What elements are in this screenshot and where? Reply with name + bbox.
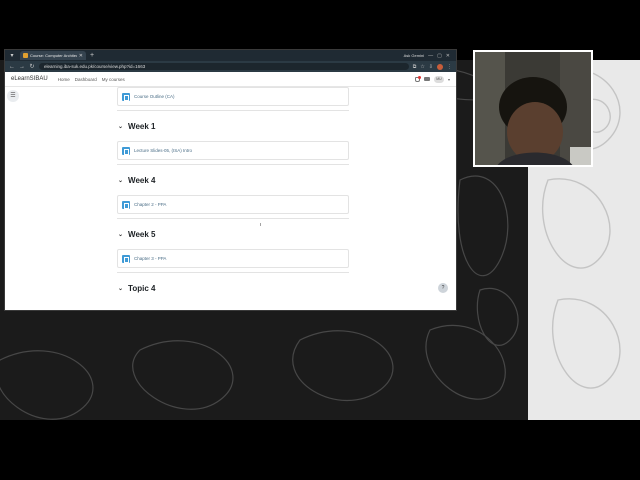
- section-week-4[interactable]: ⌄ Week 4: [117, 170, 349, 190]
- course-index-icon[interactable]: ☰: [7, 90, 19, 102]
- nav-dashboard[interactable]: Dashboard: [75, 77, 97, 82]
- chevron-down-icon[interactable]: ⌄: [118, 123, 123, 130]
- section-title[interactable]: Topic 4: [128, 284, 155, 293]
- nav-home[interactable]: Home: [58, 77, 70, 82]
- activity-name[interactable]: Lecture Slides-05, (ISA) Intro: [134, 148, 192, 153]
- nav-my-courses[interactable]: My courses: [102, 77, 125, 82]
- section-divider: [117, 272, 349, 273]
- section-divider: [117, 218, 349, 219]
- tab-title: Course: Computer Architecture: [30, 53, 77, 58]
- new-tab-icon[interactable]: +: [90, 52, 94, 59]
- maximize-icon[interactable]: ▢: [437, 53, 442, 59]
- activity-name[interactable]: Chapter 3 - PPA: [134, 256, 166, 261]
- section-title[interactable]: Week 4: [128, 176, 155, 185]
- notification-badge: [417, 75, 421, 79]
- section-title[interactable]: Week 1: [128, 122, 155, 131]
- extensions-icon[interactable]: ⧉: [413, 64, 417, 70]
- course-page: ☰ Course Outline (CA) ⌄ Week 1 Lecture S…: [5, 87, 456, 310]
- pdf-file-icon: [122, 146, 130, 155]
- pdf-file-icon: [122, 200, 130, 209]
- section-divider: [117, 110, 349, 111]
- tab-search-icon[interactable]: ▾: [8, 52, 16, 60]
- window-close-icon[interactable]: ✕: [446, 53, 450, 59]
- back-icon[interactable]: ←: [9, 64, 15, 70]
- site-brand[interactable]: eLearnSIBAU: [11, 76, 48, 82]
- activity-name[interactable]: Course Outline (CA): [134, 94, 175, 99]
- tab-strip: ▾ Course: Computer Architecture ✕ + Ask …: [5, 50, 456, 61]
- section-divider: [117, 164, 349, 165]
- minimize-icon[interactable]: —: [428, 53, 433, 59]
- tab-course[interactable]: Course: Computer Architecture ✕: [20, 51, 86, 60]
- activity-item[interactable]: Lecture Slides-05, (ISA) Intro: [117, 141, 349, 160]
- download-icon[interactable]: ⇩: [429, 64, 433, 70]
- favicon-icon: [23, 53, 28, 58]
- user-avatar[interactable]: MU: [433, 75, 444, 83]
- ask-gemini-button[interactable]: Ask Gemini: [404, 53, 424, 58]
- reload-icon[interactable]: ↻: [29, 63, 35, 70]
- help-button[interactable]: ?: [438, 283, 448, 293]
- chevron-down-icon[interactable]: ▾: [448, 77, 450, 82]
- course-content: Course Outline (CA) ⌄ Week 1 Lecture Sli…: [117, 87, 349, 298]
- section-week-5[interactable]: ⌄ Week 5: [117, 224, 349, 244]
- site-navbar: eLearnSIBAU Home Dashboard My courses MU…: [5, 72, 456, 87]
- menu-icon[interactable]: ⋮: [447, 64, 452, 70]
- pdf-file-icon: [122, 92, 130, 101]
- chevron-down-icon[interactable]: ⌄: [118, 285, 123, 292]
- activity-item[interactable]: Course Outline (CA): [117, 87, 349, 106]
- chevron-down-icon[interactable]: ⌄: [118, 177, 123, 184]
- messages-icon[interactable]: [423, 77, 430, 81]
- section-topic-4[interactable]: ⌄ Topic 4: [117, 278, 349, 298]
- profile-avatar[interactable]: [437, 63, 443, 70]
- activity-name[interactable]: Chapter 2 - PPA: [134, 202, 166, 207]
- forward-icon[interactable]: →: [19, 64, 25, 70]
- activity-item[interactable]: Chapter 3 - PPA: [117, 249, 349, 268]
- address-bar-row: ← → ↻ elearning.iba-suk.edu.pk/course/vi…: [5, 61, 456, 72]
- webcam-feed: [473, 50, 593, 167]
- activity-item[interactable]: Chapter 2 - PPA: [117, 195, 349, 214]
- browser-window: ▾ Course: Computer Architecture ✕ + Ask …: [4, 49, 457, 311]
- notification-bell-icon[interactable]: [414, 75, 421, 82]
- presenter-video: [475, 52, 591, 165]
- pdf-file-icon: [122, 254, 130, 263]
- url-field[interactable]: elearning.iba-suk.edu.pk/course/view.php…: [39, 63, 409, 70]
- close-icon[interactable]: ✕: [79, 53, 83, 59]
- bookmark-icon[interactable]: ☆: [420, 64, 424, 70]
- chevron-down-icon[interactable]: ⌄: [118, 231, 123, 238]
- text-cursor-icon: [260, 223, 261, 226]
- section-week-1[interactable]: ⌄ Week 1: [117, 116, 349, 136]
- section-title[interactable]: Week 5: [128, 230, 155, 239]
